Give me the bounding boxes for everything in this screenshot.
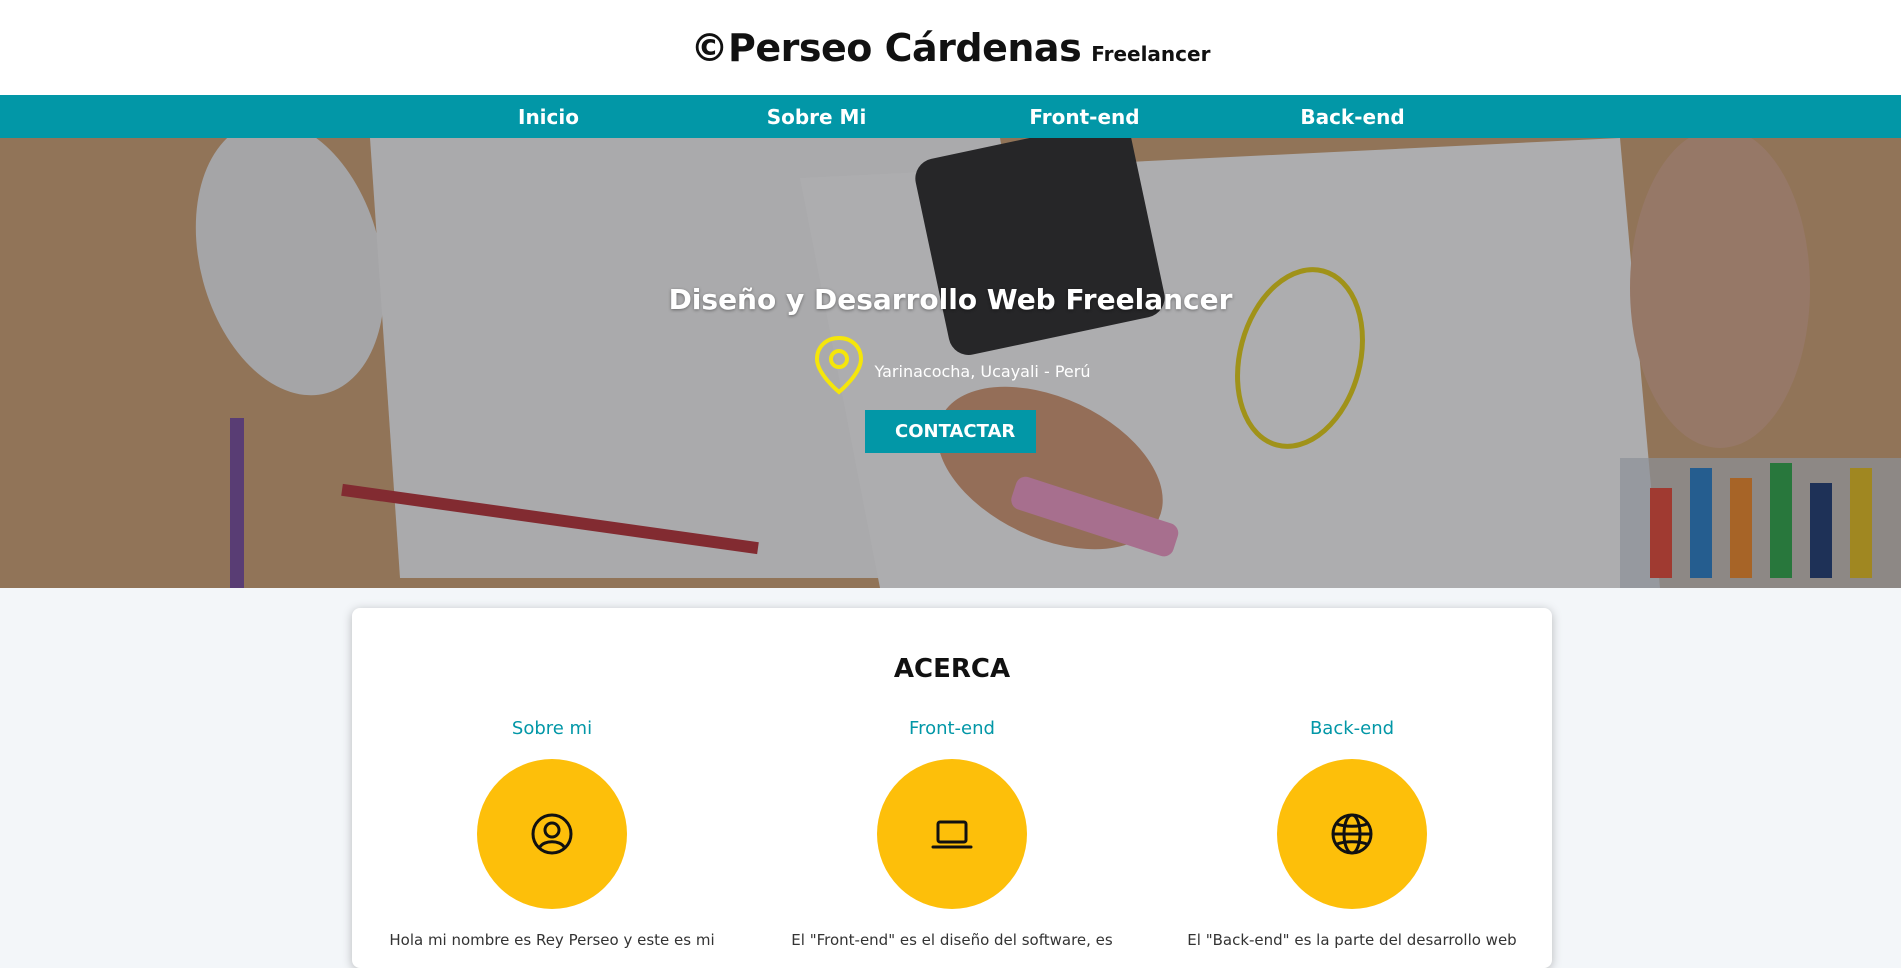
about-text: El "Front-end" es el diseño del software… — [791, 931, 1113, 949]
about-col-title: Sobre mi — [511, 718, 593, 739]
hero-content: Diseño y Desarrollo Web Freelancer Yarin… — [0, 138, 1901, 588]
main-nav: Inicio Sobre Mi Front-end Back-end — [0, 95, 1901, 138]
site-header: ©Perseo Cárdenas Freelancer — [0, 0, 1901, 95]
about-col-title: Front-end — [909, 718, 995, 739]
hero-section: Diseño y Desarrollo Web Freelancer Yarin… — [0, 138, 1901, 588]
nav-link-front-end[interactable]: Front-end — [951, 105, 1219, 129]
brand-name: ©Perseo Cárdenas — [690, 25, 1082, 70]
nav-link-back-end[interactable]: Back-end — [1219, 105, 1487, 129]
nav-link-inicio[interactable]: Inicio — [415, 105, 683, 129]
about-text: El "Back-end" es la parte del desarrollo… — [1187, 931, 1517, 949]
about-circle — [1277, 759, 1427, 909]
about-columns: Sobre mi Hola mi nombre es Rey Perseo y … — [352, 718, 1552, 949]
globe-icon — [1331, 813, 1373, 855]
about-col-sobre-mi: Sobre mi Hola mi nombre es Rey Perseo y … — [352, 718, 752, 949]
about-circle — [477, 759, 627, 909]
about-col-title: Back-end — [1309, 718, 1395, 739]
map-pin-icon — [811, 334, 867, 396]
contact-button[interactable]: CONTACTAR — [865, 410, 1036, 453]
about-col-back-end: Back-end El "Back-end" es la parte del d… — [1152, 718, 1552, 949]
about-col-front-end: Front-end El "Front-end" es el diseño de… — [752, 718, 1152, 949]
hero-location: Yarinacocha, Ucayali - Perú — [811, 334, 1091, 396]
about-card: ACERCA Sobre mi Hola mi nombre es Rey Pe… — [352, 608, 1552, 968]
about-text: Hola mi nombre es Rey Perseo y este es m… — [389, 931, 715, 949]
nav-link-sobre-mi[interactable]: Sobre Mi — [683, 105, 951, 129]
brand-tag: Freelancer — [1091, 41, 1211, 66]
about-title: ACERCA — [893, 654, 1011, 684]
about-circle — [877, 759, 1027, 909]
user-circle-icon — [531, 813, 573, 855]
location-text: Yarinacocha, Ucayali - Perú — [874, 361, 1091, 381]
laptop-icon — [931, 820, 973, 849]
hero-title: Diseño y Desarrollo Web Freelancer — [668, 283, 1233, 316]
